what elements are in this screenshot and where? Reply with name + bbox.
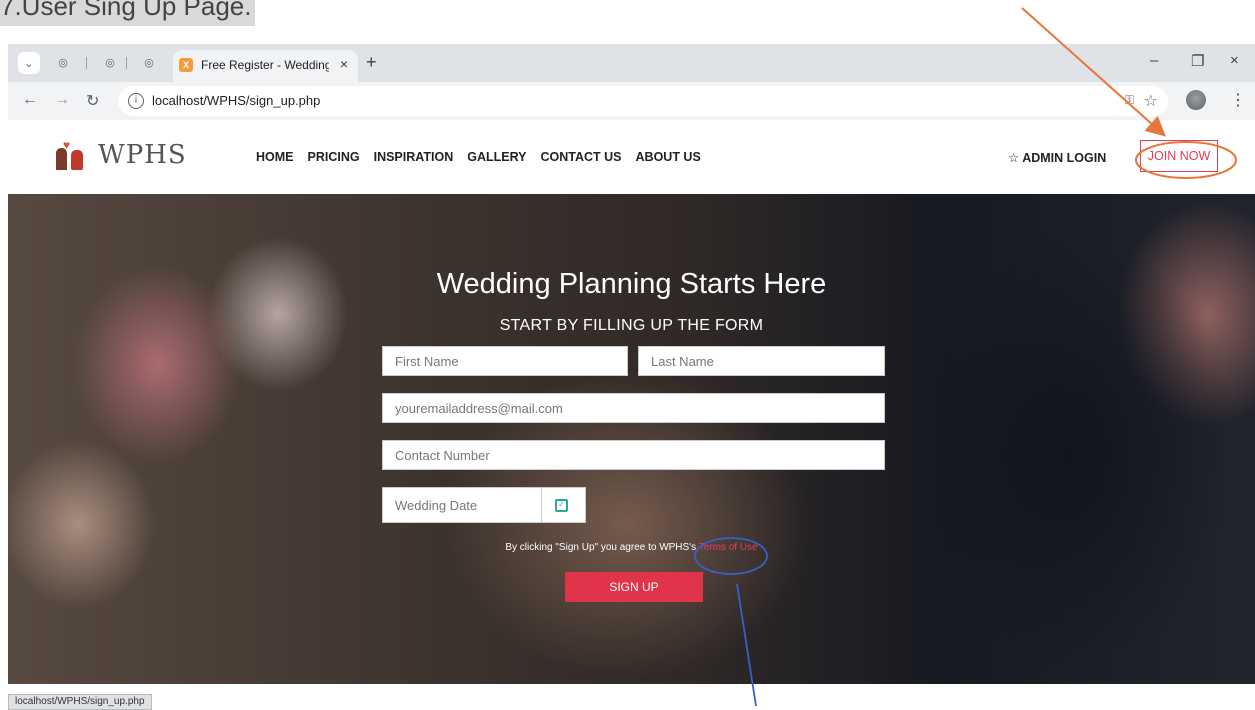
annotation-arrow xyxy=(1021,7,1166,137)
annotation-line xyxy=(736,583,757,706)
annotation-layer xyxy=(694,7,1237,706)
annotation-circle xyxy=(694,537,768,575)
annotation-circle xyxy=(1135,141,1237,179)
